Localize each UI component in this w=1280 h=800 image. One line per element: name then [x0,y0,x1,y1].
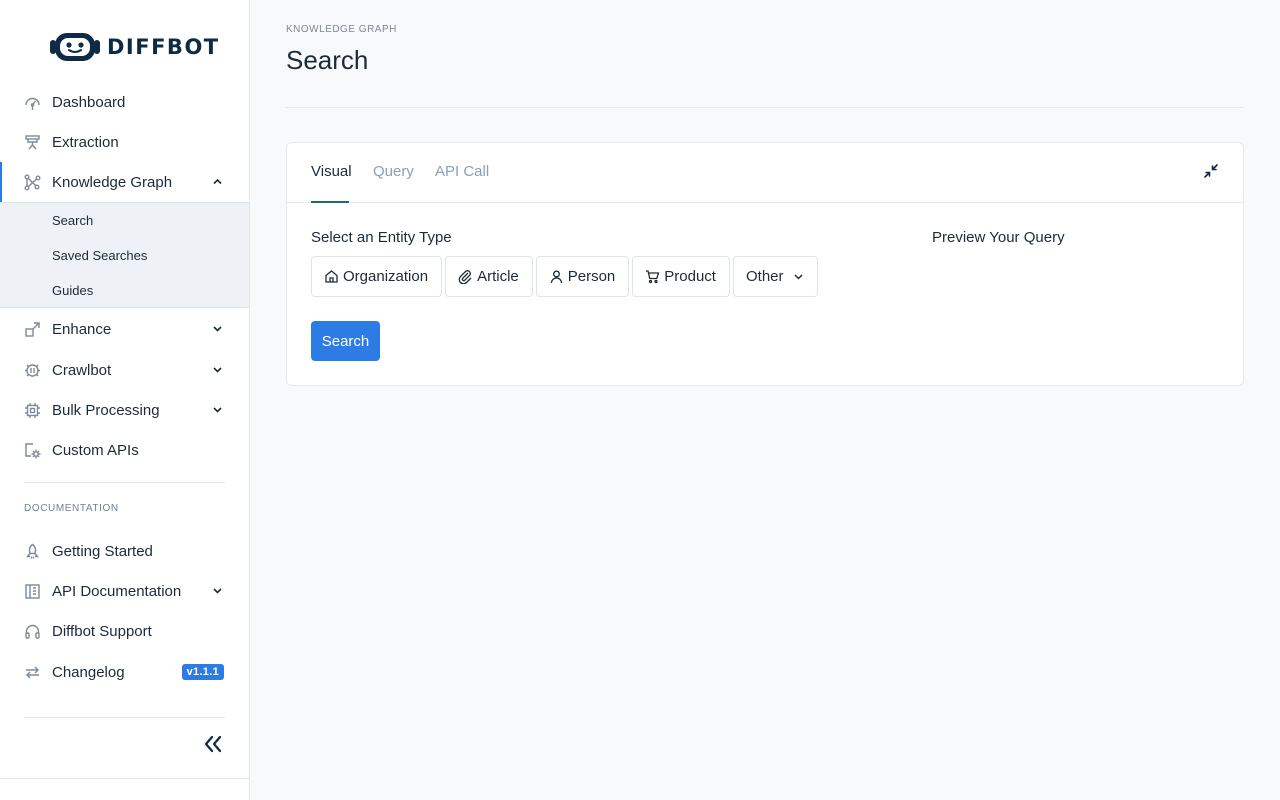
chevron-down-icon [213,588,222,594]
sidebar-item-label: API Documentation [52,582,182,600]
rocket-icon [24,543,41,560]
sidebar-item-label: Custom APIs [52,441,139,459]
sidebar-item-dashboard[interactable]: Dashboard [0,82,249,122]
minimize-icon[interactable] [1203,163,1219,179]
preview-query-label: Preview Your Query [932,229,1065,246]
search-button[interactable]: Search [311,321,380,361]
graph-icon [24,174,41,191]
chevron-down-icon [793,271,804,282]
headphones-icon [24,623,41,640]
crawlbot-icon [24,362,41,379]
diffbot-logo[interactable]: DIFFBOT [49,31,220,63]
sidebar-item-custom-apis[interactable]: Custom APIs [0,430,249,470]
sidebar-item-bulk-processing[interactable]: Bulk Processing [0,390,249,430]
sidebar-bottom-divider [0,778,249,779]
entity-type-selector: Organization Article Person Product Othe… [311,256,818,297]
sidebar-item-label: Dashboard [52,93,126,111]
entity-label: Article [477,268,519,285]
sidebar-subitem-saved-searches[interactable]: Saved Searches [52,248,147,263]
search-tabs: Visual Query API Call [287,143,1243,203]
sidebar-item-label: Bulk Processing [52,401,160,419]
sidebar-item-diffbot-support[interactable]: Diffbot Support [0,611,249,651]
swap-icon [24,664,41,681]
sidebar: DIFFBOT Dashboard Extraction Knowledge G… [0,0,250,800]
entity-product-button[interactable]: Product [632,256,730,297]
documentation-section-label: DOCUMENTATION [24,503,119,514]
sidebar-item-extraction[interactable]: Extraction [0,122,249,162]
breadcrumb[interactable]: KNOWLEDGE GRAPH [286,24,397,35]
brand-name: DIFFBOT [107,35,220,59]
entity-article-button[interactable]: Article [445,256,533,297]
cart-icon [645,269,660,284]
chevron-down-icon [213,326,222,332]
sidebar-item-enhance[interactable]: Enhance [0,309,249,349]
custom-api-icon [24,442,41,459]
sidebar-divider [24,717,225,718]
sidebar-item-changelog[interactable]: Changelog v1.1.1 [0,652,249,692]
tab-api-call[interactable]: API Call [435,163,489,180]
collapse-sidebar-icon[interactable] [203,735,223,753]
chip-icon [24,402,41,419]
sidebar-item-label: Getting Started [52,542,153,560]
tab-visual[interactable]: Visual [311,163,352,180]
entity-label: Product [664,268,716,285]
paperclip-icon [458,269,473,284]
sidebar-divider [24,482,225,483]
extraction-icon [24,134,41,151]
active-tab-indicator [311,201,349,203]
chevron-down-icon [213,367,222,373]
chevron-up-icon [213,178,222,185]
sidebar-item-crawlbot[interactable]: Crawlbot [0,350,249,390]
chevron-down-icon [213,407,222,413]
entity-label: Other [745,268,784,285]
sidebar-item-label: Extraction [52,133,119,151]
entity-label: Organization [343,268,429,285]
robot-logo-icon [50,33,100,61]
entity-other-dropdown[interactable]: Other [732,256,818,297]
knowledge-graph-submenu: Search Saved Searches Guides [0,202,249,308]
enhance-icon [24,321,41,338]
sidebar-item-knowledge-graph[interactable]: Knowledge Graph [0,162,249,202]
book-icon [24,583,41,600]
person-icon [549,269,564,284]
entity-organization-button[interactable]: Organization [311,256,443,297]
sidebar-item-label: Changelog [52,663,125,681]
sidebar-item-getting-started[interactable]: Getting Started [0,531,249,571]
sidebar-subitem-search[interactable]: Search [52,213,93,228]
header-divider [286,107,1244,108]
entity-person-button[interactable]: Person [535,256,630,297]
page-title: Search [286,45,369,75]
sidebar-item-label: Enhance [52,320,112,338]
search-card: Visual Query API Call Select an Entity T… [286,142,1244,386]
entity-label: Person [567,268,616,285]
sidebar-item-api-documentation[interactable]: API Documentation [0,571,249,611]
sidebar-item-label: Crawlbot [52,361,112,379]
version-badge: v1.1.1 [181,664,224,680]
sidebar-subitem-guides[interactable]: Guides [52,283,93,298]
building-icon [324,269,339,284]
gauge-icon [24,94,41,111]
sidebar-item-label: Diffbot Support [52,622,152,640]
entity-type-label: Select an Entity Type [311,229,452,246]
sidebar-item-label: Knowledge Graph [52,173,173,191]
tab-query[interactable]: Query [373,163,414,180]
